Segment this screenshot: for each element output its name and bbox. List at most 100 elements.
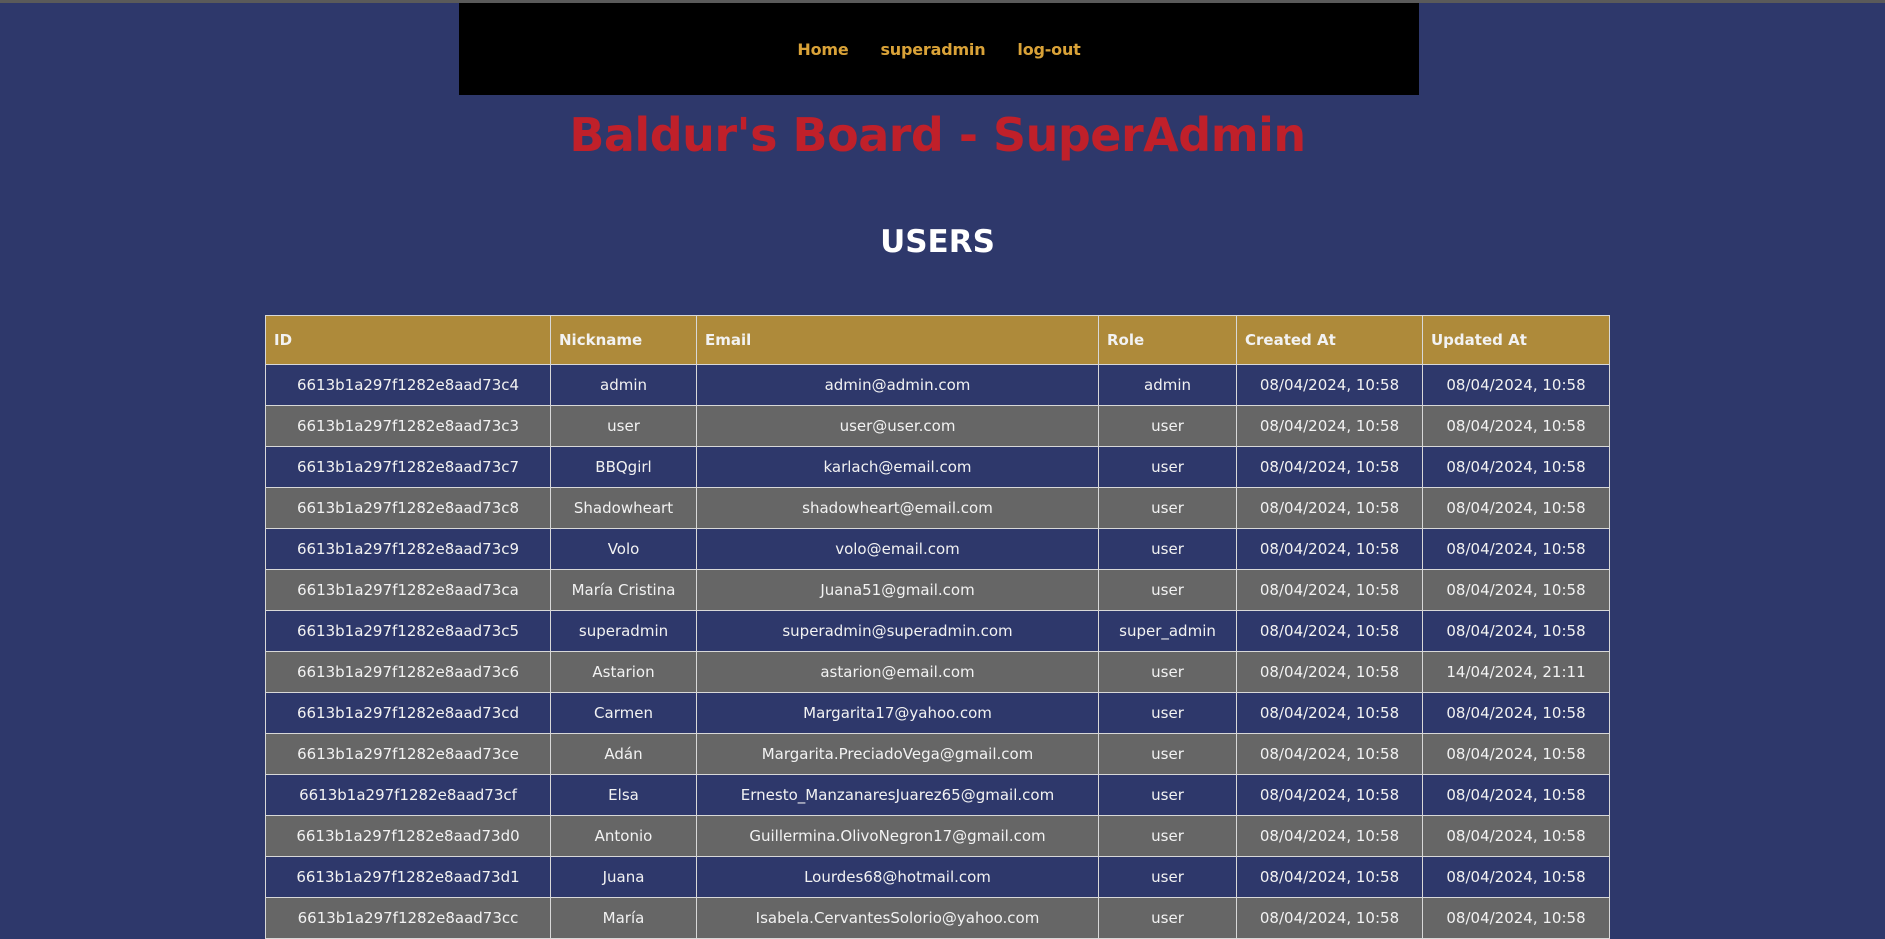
nav-links: Home superadmin log-out bbox=[797, 40, 1080, 59]
cell-role: user bbox=[1098, 774, 1237, 816]
cell-id: 6613b1a297f1282e8aad73c8 bbox=[265, 487, 551, 529]
cell-nickname: Carmen bbox=[550, 692, 697, 734]
header-created-at: Created At bbox=[1236, 315, 1423, 365]
cell-email: Lourdes68@hotmail.com bbox=[696, 856, 1099, 898]
cell-email: Juana51@gmail.com bbox=[696, 569, 1099, 611]
cell-nickname: María Cristina bbox=[550, 569, 697, 611]
cell-updated-at: 08/04/2024, 10:58 bbox=[1422, 405, 1610, 447]
table-row: 6613b1a297f1282e8aad73c3 user user@user.co… bbox=[265, 405, 1610, 447]
nav-link-logout[interactable]: log-out bbox=[1017, 40, 1080, 59]
cell-id: 6613b1a297f1282e8aad73c9 bbox=[265, 528, 551, 570]
cell-email: shadowheart@email.com bbox=[696, 487, 1099, 529]
cell-role: user bbox=[1098, 856, 1237, 898]
cell-nickname: Juana bbox=[550, 856, 697, 898]
cell-id: 6613b1a297f1282e8aad73c5 bbox=[265, 610, 551, 652]
cell-id: 6613b1a297f1282e8aad73c6 bbox=[265, 651, 551, 693]
cell-updated-at: 08/04/2024, 10:58 bbox=[1422, 815, 1610, 857]
users-table-head: ID Nickname Email Role Created At Update… bbox=[265, 315, 1610, 365]
cell-nickname: superadmin bbox=[550, 610, 697, 652]
cell-updated-at: 08/04/2024, 10:58 bbox=[1422, 569, 1610, 611]
cell-role: admin bbox=[1098, 364, 1237, 406]
cell-nickname: Volo bbox=[550, 528, 697, 570]
table-row: 6613b1a297f1282e8aad73c9 Volo volo@email.c… bbox=[265, 528, 1610, 570]
users-table-body: 6613b1a297f1282e8aad73c4 admin admin@admin… bbox=[265, 364, 1610, 939]
cell-role: user bbox=[1098, 815, 1237, 857]
cell-email: Margarita17@yahoo.com bbox=[696, 692, 1099, 734]
site-title: Baldur's Board - SuperAdmin bbox=[569, 108, 1306, 162]
cell-created-at: 08/04/2024, 10:58 bbox=[1236, 774, 1423, 816]
cell-updated-at: 08/04/2024, 10:58 bbox=[1422, 856, 1610, 898]
table-row: 6613b1a297f1282e8aad73d0 Antonio Guillermi… bbox=[265, 815, 1610, 857]
cell-id: 6613b1a297f1282e8aad73ce bbox=[265, 733, 551, 775]
cell-id: 6613b1a297f1282e8aad73ca bbox=[265, 569, 551, 611]
cell-created-at: 08/04/2024, 10:58 bbox=[1236, 569, 1423, 611]
cell-email: Ernesto_ManzanaresJuarez65@gmail.com bbox=[696, 774, 1099, 816]
cell-created-at: 08/04/2024, 10:58 bbox=[1236, 733, 1423, 775]
cell-updated-at: 08/04/2024, 10:58 bbox=[1422, 446, 1610, 488]
cell-nickname: Elsa bbox=[550, 774, 697, 816]
cell-id: 6613b1a297f1282e8aad73c7 bbox=[265, 446, 551, 488]
cell-updated-at: 08/04/2024, 10:58 bbox=[1422, 528, 1610, 570]
header-nickname: Nickname bbox=[550, 315, 697, 365]
cell-created-at: 08/04/2024, 10:58 bbox=[1236, 364, 1423, 406]
table-row: 6613b1a297f1282e8aad73cd Carmen Margarita1… bbox=[265, 692, 1610, 734]
cell-id: 6613b1a297f1282e8aad73cd bbox=[265, 692, 551, 734]
cell-role: user bbox=[1098, 692, 1237, 734]
cell-id: 6613b1a297f1282e8aad73cf bbox=[265, 774, 551, 816]
cell-email: superadmin@superadmin.com bbox=[696, 610, 1099, 652]
table-row: 6613b1a297f1282e8aad73c8 Shadowheart shado… bbox=[265, 487, 1610, 529]
nav-item-logout: log-out bbox=[1017, 40, 1080, 59]
cell-nickname: BBQgirl bbox=[550, 446, 697, 488]
cell-role: user bbox=[1098, 528, 1237, 570]
cell-nickname: Adán bbox=[550, 733, 697, 775]
table-row: 6613b1a297f1282e8aad73c5 superadmin supera… bbox=[265, 610, 1610, 652]
nav-link-superadmin[interactable]: superadmin bbox=[880, 40, 985, 59]
cell-email: Margarita.PreciadoVega@gmail.com bbox=[696, 733, 1099, 775]
cell-email: astarion@email.com bbox=[696, 651, 1099, 693]
header-email: Email bbox=[696, 315, 1099, 365]
cell-updated-at: 08/04/2024, 10:58 bbox=[1422, 692, 1610, 734]
table-row: 6613b1a297f1282e8aad73ca María Cristina Ju… bbox=[265, 569, 1610, 611]
cell-role: user bbox=[1098, 487, 1237, 529]
table-row: 6613b1a297f1282e8aad73cc María Isabela.Cer… bbox=[265, 897, 1610, 939]
cell-id: 6613b1a297f1282e8aad73d1 bbox=[265, 856, 551, 898]
cell-email: Isabela.CervantesSolorio@yahoo.com bbox=[696, 897, 1099, 939]
cell-role: super_admin bbox=[1098, 610, 1237, 652]
cell-created-at: 08/04/2024, 10:58 bbox=[1236, 610, 1423, 652]
nav-item-home: Home bbox=[797, 40, 848, 59]
cell-created-at: 08/04/2024, 10:58 bbox=[1236, 446, 1423, 488]
cell-created-at: 08/04/2024, 10:58 bbox=[1236, 405, 1423, 447]
cell-created-at: 08/04/2024, 10:58 bbox=[1236, 528, 1423, 570]
cell-created-at: 08/04/2024, 10:58 bbox=[1236, 856, 1423, 898]
cell-email: user@user.com bbox=[696, 405, 1099, 447]
cell-created-at: 08/04/2024, 10:58 bbox=[1236, 487, 1423, 529]
cell-role: user bbox=[1098, 405, 1237, 447]
cell-nickname: Antonio bbox=[550, 815, 697, 857]
header-id: ID bbox=[265, 315, 551, 365]
cell-role: user bbox=[1098, 446, 1237, 488]
cell-role: user bbox=[1098, 897, 1237, 939]
table-row: 6613b1a297f1282e8aad73c7 BBQgirl karlach@e… bbox=[265, 446, 1610, 488]
cell-id: 6613b1a297f1282e8aad73c4 bbox=[265, 364, 551, 406]
cell-id: 6613b1a297f1282e8aad73d0 bbox=[265, 815, 551, 857]
cell-email: karlach@email.com bbox=[696, 446, 1099, 488]
cell-email: Guillermina.OlivoNegron17@gmail.com bbox=[696, 815, 1099, 857]
cell-created-at: 08/04/2024, 10:58 bbox=[1236, 692, 1423, 734]
cell-id: 6613b1a297f1282e8aad73c3 bbox=[265, 405, 551, 447]
cell-role: user bbox=[1098, 733, 1237, 775]
cell-role: user bbox=[1098, 569, 1237, 611]
cell-updated-at: 08/04/2024, 10:58 bbox=[1422, 897, 1610, 939]
cell-updated-at: 08/04/2024, 10:58 bbox=[1422, 364, 1610, 406]
table-row: 6613b1a297f1282e8aad73c6 Astarion astarion… bbox=[265, 651, 1610, 693]
header-updated-at: Updated At bbox=[1422, 315, 1610, 365]
header-row: ID Nickname Email Role Created At Update… bbox=[265, 315, 1610, 365]
cell-updated-at: 08/04/2024, 10:58 bbox=[1422, 487, 1610, 529]
nav-item-superadmin: superadmin bbox=[880, 40, 985, 59]
table-row: 6613b1a297f1282e8aad73c4 admin admin@admin… bbox=[265, 364, 1610, 406]
cell-email: admin@admin.com bbox=[696, 364, 1099, 406]
table-row: 6613b1a297f1282e8aad73ce Adán Margarita.Pr… bbox=[265, 733, 1610, 775]
cell-created-at: 08/04/2024, 10:58 bbox=[1236, 897, 1423, 939]
nav-link-home[interactable]: Home bbox=[797, 40, 848, 59]
cell-email: volo@email.com bbox=[696, 528, 1099, 570]
cell-nickname: admin bbox=[550, 364, 697, 406]
